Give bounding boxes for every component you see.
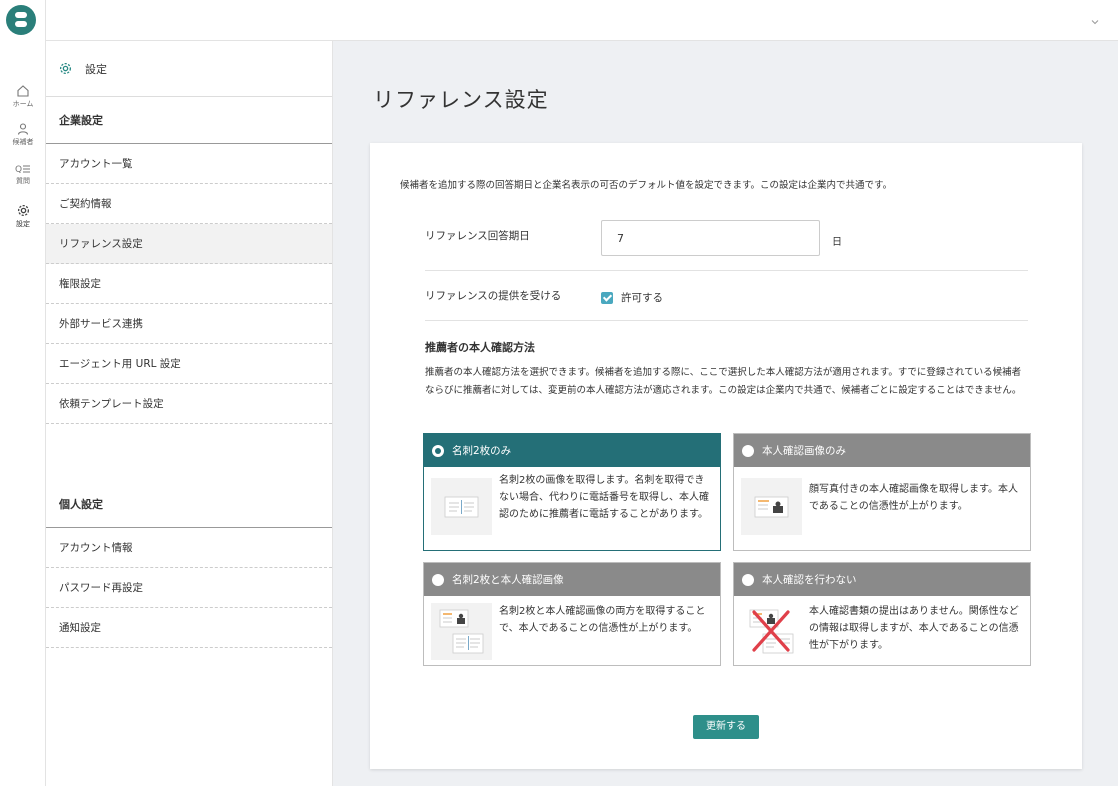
left-rail: ホーム 候補者 Q 質問 設定	[0, 0, 46, 786]
sidebar-item-account-info[interactable]: アカウント情報	[46, 528, 332, 568]
business-card-thumbnail-icon	[431, 478, 492, 535]
option-title: 本人確認画像のみ	[762, 445, 846, 457]
option-no-verification[interactable]: 本人確認を行わない 本人確認書類の提出はありません。関係性などの情報は取得します…	[733, 562, 1031, 666]
sidebar-item-request-template[interactable]: 依頼テンプレート設定	[46, 384, 332, 424]
verification-title: 推薦者の本人確認方法	[425, 341, 535, 354]
rail-item-candidates[interactable]: 候補者	[0, 122, 46, 147]
option-description: 本人確認書類の提出はありません。関係性などの情報は取得しますが、本人であることの…	[809, 606, 1019, 651]
sidebar-section-company: 企業設定	[46, 97, 332, 144]
sidebar-item-reference-settings[interactable]: リファレンス設定	[46, 224, 332, 264]
radio-button[interactable]	[432, 573, 444, 586]
rail-item-home[interactable]: ホーム	[0, 84, 46, 109]
sidebar-item-external-services[interactable]: 外部サービス連携	[46, 304, 332, 344]
allow-checkbox[interactable]	[601, 291, 613, 304]
sidebar-item-account-list[interactable]: アカウント一覧	[46, 144, 332, 184]
top-bar	[46, 0, 1118, 41]
no-verification-thumbnail-icon	[741, 603, 802, 660]
option-id-image-only[interactable]: 本人確認画像のみ 顔写真付きの本人確認画像を取得します。本人であることの信憑性が…	[733, 433, 1031, 551]
settings-card: 候補者を追加する際の回答期日と企業名表示の可否のデフォルト値を設定できます。この…	[370, 143, 1082, 769]
question-list-icon: Q	[15, 165, 30, 175]
receive-reference-label: リファレンスの提供を受ける	[425, 290, 562, 302]
option-header[interactable]: 本人確認を行わない	[734, 563, 1030, 596]
option-description: 名刺2枚と本人確認画像の両方を取得することで、本人であることの信憑性が上がります…	[499, 606, 706, 634]
gear-icon	[59, 62, 72, 75]
sidebar-header: 設定	[46, 41, 332, 97]
id-card-thumbnail-icon	[741, 478, 802, 535]
person-icon	[17, 123, 29, 135]
option-cards-and-id-image[interactable]: 名刺2枚と本人確認画像 名刺2枚と本人確認画像の両方を取得することで、本人である…	[423, 562, 721, 666]
radio-button[interactable]	[742, 573, 754, 586]
main-content: リファレンス設定 候補者を追加する際の回答期日と企業名表示の可否のデフォルト値を…	[333, 41, 1118, 786]
option-header[interactable]: 本人確認画像のみ	[734, 434, 1030, 467]
option-title: 名刺2枚と本人確認画像	[452, 574, 564, 586]
update-button[interactable]: 更新する	[693, 715, 759, 739]
option-title: 名刺2枚のみ	[452, 445, 512, 457]
divider	[425, 270, 1028, 271]
allow-checkbox-row[interactable]: 許可する	[601, 290, 663, 305]
sidebar-item-agent-url[interactable]: エージェント用 URL 設定	[46, 344, 332, 384]
cards-and-id-thumbnail-icon	[431, 603, 492, 660]
sidebar-item-permissions[interactable]: 権限設定	[46, 264, 332, 304]
gear-icon	[17, 204, 29, 217]
answer-days-unit: 日	[832, 237, 842, 248]
sidebar-header-label: 設定	[85, 62, 107, 76]
svg-text:Q: Q	[15, 165, 22, 175]
option-business-cards-only[interactable]: 名刺2枚のみ 名刺2枚の画像を取得します。名刺を取得できない場合、代わりに電話番…	[423, 433, 721, 551]
rail-item-label: 候補者	[12, 138, 34, 146]
rail-item-settings[interactable]: 設定	[0, 203, 46, 229]
answer-days-input[interactable]	[601, 220, 820, 256]
allow-checkbox-label: 許可する	[621, 292, 663, 304]
rail-item-questions[interactable]: Q 質問	[0, 162, 46, 186]
app-logo-icon[interactable]	[6, 5, 36, 35]
rail-item-label: ホーム	[12, 100, 34, 108]
option-title: 本人確認を行わない	[762, 574, 857, 586]
verification-description: 推薦者の本人確認方法を選択できます。候補者を追加する際に、ここで選択した本人確認…	[425, 367, 1022, 396]
radio-button[interactable]	[742, 444, 754, 457]
option-header[interactable]: 名刺2枚と本人確認画像	[424, 563, 720, 596]
rail-item-label: 設定	[16, 220, 30, 228]
sidebar-item-contract[interactable]: ご契約情報	[46, 184, 332, 224]
page-title: リファレンス設定	[373, 88, 549, 112]
answer-days-label: リファレンス回答期日	[425, 230, 530, 242]
sidebar-section-personal: 個人設定	[46, 481, 332, 528]
option-description: 名刺2枚の画像を取得します。名刺を取得できない場合、代わりに電話番号を取得し、本…	[499, 475, 709, 520]
card-description: 候補者を追加する際の回答期日と企業名表示の可否のデフォルト値を設定できます。この…	[400, 180, 893, 191]
divider	[425, 320, 1028, 321]
option-description: 顔写真付きの本人確認画像を取得します。本人であることの信憑性が上がります。	[809, 484, 1018, 512]
sidebar-item-password-reset[interactable]: パスワード再設定	[46, 568, 332, 608]
radio-button[interactable]	[432, 444, 444, 457]
rail-item-label: 質問	[16, 177, 30, 185]
chevron-down-icon[interactable]	[1090, 12, 1100, 31]
option-header[interactable]: 名刺2枚のみ	[424, 434, 720, 467]
sidebar-item-notifications[interactable]: 通知設定	[46, 608, 332, 648]
home-icon	[17, 85, 29, 97]
settings-sidebar: 設定 企業設定 アカウント一覧 ご契約情報 リファレンス設定 権限設定 外部サー…	[46, 41, 333, 786]
